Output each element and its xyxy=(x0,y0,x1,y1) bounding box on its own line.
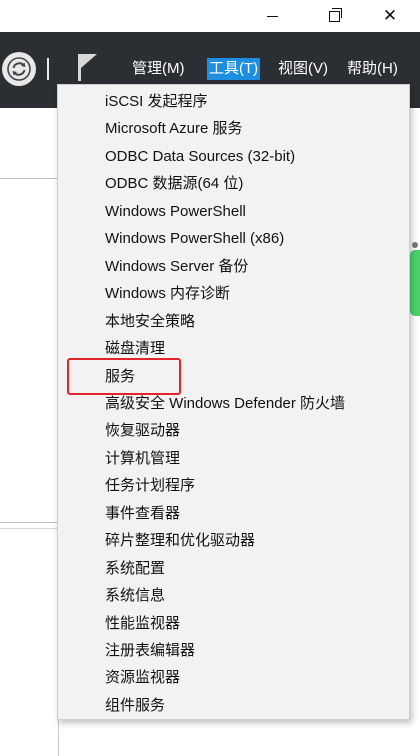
panel-divider xyxy=(0,528,58,529)
tools-menu-item[interactable]: 恢复驱动器 xyxy=(105,418,180,444)
tools-menu-item[interactable]: 性能监视器 xyxy=(105,611,180,637)
menu-view[interactable]: 视图(V) xyxy=(276,58,330,80)
restore-icon xyxy=(328,7,342,22)
tools-menu-item[interactable]: iSCSI 发起程序 xyxy=(105,89,208,115)
tools-menu-item[interactable]: 任务计划程序 xyxy=(105,473,195,499)
tools-menu-item[interactable]: 事件查看器 xyxy=(105,501,180,527)
tools-menu-item[interactable]: 组件服务 xyxy=(105,693,165,719)
panel-divider xyxy=(0,522,58,523)
tools-menu-item[interactable]: Windows Server 备份 xyxy=(105,254,248,280)
minimize-icon xyxy=(266,15,278,17)
toolbar-separator xyxy=(47,58,49,80)
tools-menu-item[interactable]: 碎片整理和优化驱动器 xyxy=(105,528,255,554)
tools-menu-item[interactable]: 资源监视器 xyxy=(105,665,180,691)
menu-tools[interactable]: 工具(T) xyxy=(207,58,261,80)
refresh-icon[interactable] xyxy=(2,52,36,86)
tools-dropdown-menu: iSCSI 发起程序 Microsoft Azure 服务 ODBC Data So… xyxy=(57,84,410,720)
scrollbar-thumb[interactable] xyxy=(410,250,420,316)
tools-menu-item[interactable]: Windows PowerShell (x86) xyxy=(105,226,284,252)
minimize-button[interactable] xyxy=(246,0,298,32)
close-icon: ✕ xyxy=(382,5,398,26)
tools-menu-item[interactable]: 注册表编辑器 xyxy=(105,638,195,664)
maximize-button[interactable] xyxy=(308,0,360,32)
tools-menu-item[interactable]: 系统配置 xyxy=(105,556,165,582)
tools-menu-item[interactable]: Windows 内存诊断 xyxy=(105,281,230,307)
tools-menu-item[interactable]: ODBC Data Sources (32-bit) xyxy=(105,144,295,170)
tools-menu-item[interactable]: Windows PowerShell xyxy=(105,199,246,225)
tools-menu-item[interactable]: Microsoft Azure 服务 xyxy=(105,116,243,142)
menu-manage[interactable]: 管理(M) xyxy=(130,58,187,80)
scrollbar-arrow[interactable] xyxy=(412,242,418,248)
flag-icon[interactable] xyxy=(72,52,100,82)
panel-divider xyxy=(0,178,58,179)
close-button[interactable]: ✕ xyxy=(364,0,416,32)
title-bar: ✕ xyxy=(0,0,420,32)
highlight-box-services xyxy=(67,358,181,395)
tools-menu-item[interactable]: 系统信息 xyxy=(105,583,165,609)
tools-menu-item[interactable]: 本地安全策略 xyxy=(105,309,195,335)
tools-menu-item[interactable]: 计算机管理 xyxy=(105,446,180,472)
tools-menu-item[interactable]: ODBC 数据源(64 位) xyxy=(105,171,243,197)
content-panel xyxy=(0,108,59,756)
menu-help[interactable]: 帮助(H) xyxy=(345,58,400,80)
